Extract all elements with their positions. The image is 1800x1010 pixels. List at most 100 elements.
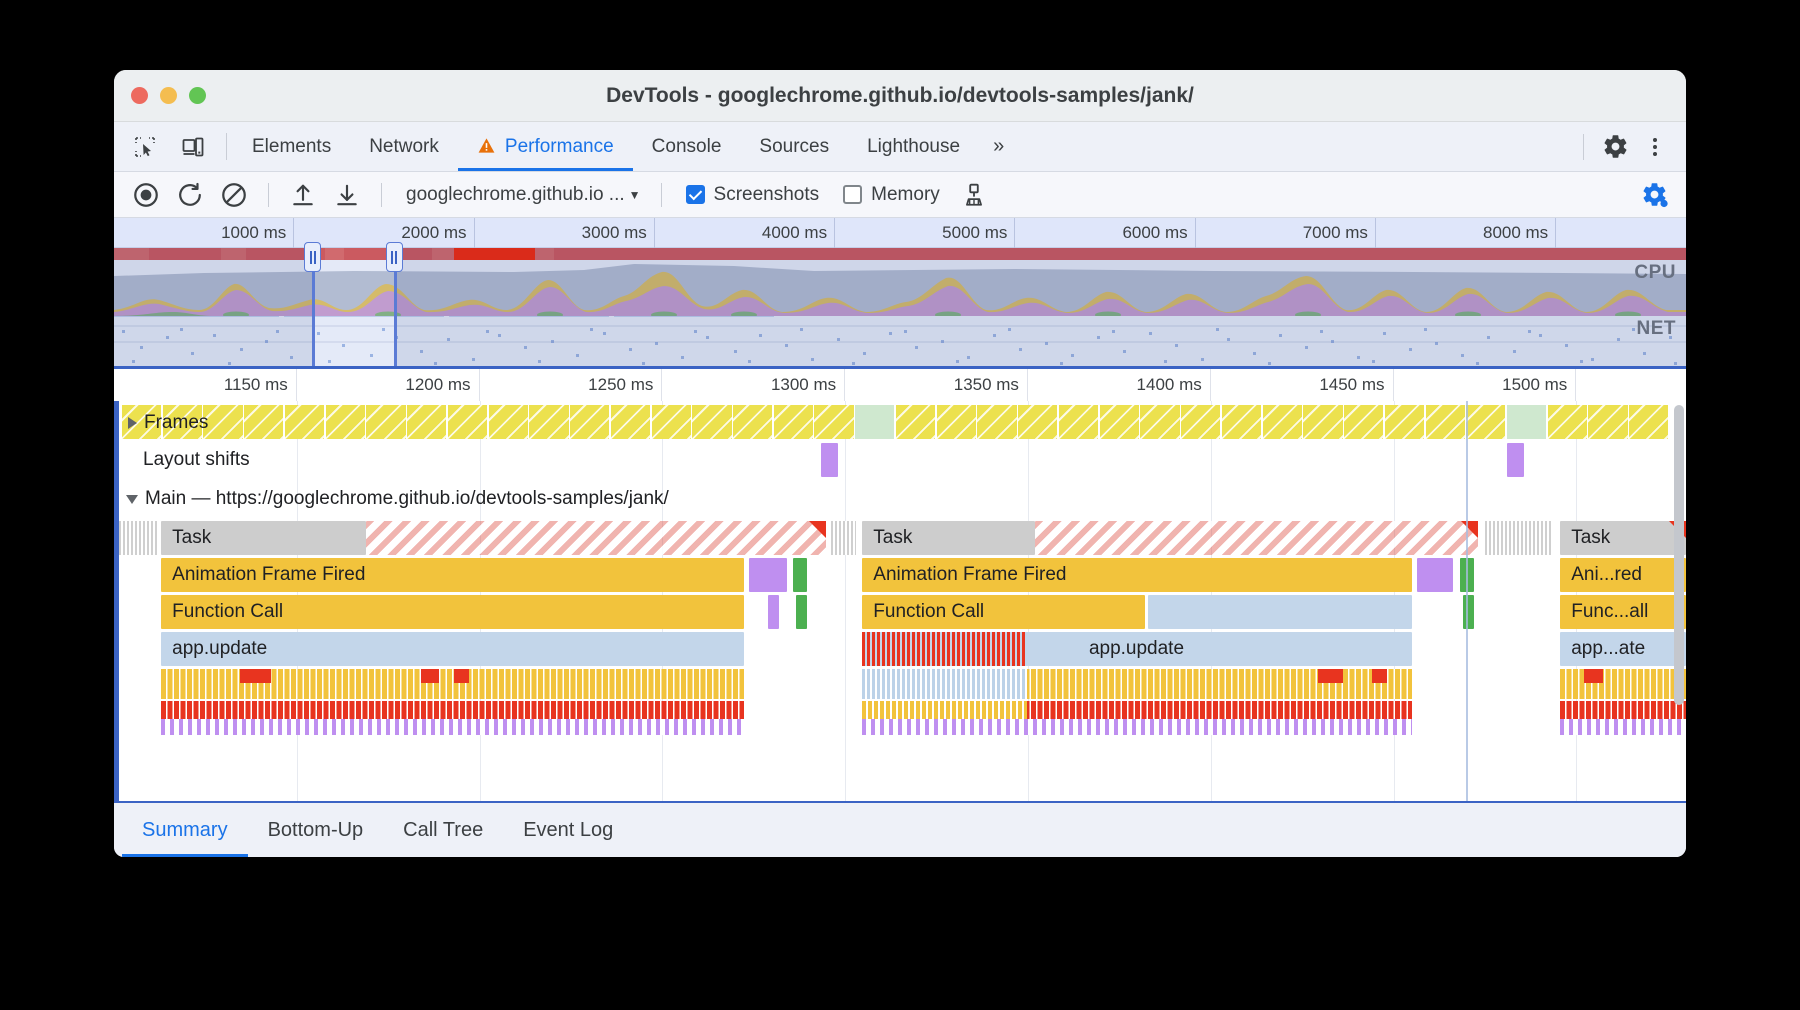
frame-cell-janky[interactable] (447, 405, 488, 439)
frame-cell-good[interactable] (1506, 405, 1547, 439)
more-tabs-icon[interactable]: » (979, 122, 1018, 171)
timeline-overview[interactable]: 1000 ms 2000 ms 3000 ms 4000 ms 5000 ms 6000 … (114, 218, 1686, 366)
target-page-select[interactable]: googlechrome.github.io ... ▼ (396, 184, 647, 206)
frame-cell-janky[interactable] (529, 405, 569, 439)
clear-recording-button[interactable] (214, 177, 254, 213)
kebab-menu-icon[interactable] (1638, 130, 1672, 164)
frame-cell-janky[interactable] (1588, 405, 1628, 439)
long-task-warning-corner (1461, 521, 1479, 538)
frame-cell-janky[interactable] (203, 405, 243, 439)
task-bar[interactable]: Task (862, 521, 1036, 555)
main-track-label[interactable]: Main — https://googlechrome.github.io/de… (126, 488, 669, 510)
function-call-bar[interactable]: Function Call (161, 595, 745, 629)
tab-elements[interactable]: Elements (233, 122, 350, 171)
frame-cell-janky[interactable] (488, 405, 528, 439)
tab-bottom-up[interactable]: Bottom-Up (248, 803, 384, 857)
close-button[interactable] (131, 87, 148, 104)
tab-event-log[interactable]: Event Log (503, 803, 633, 857)
frame-cell-janky[interactable] (1140, 405, 1180, 439)
frame-cell-janky[interactable] (1344, 405, 1384, 439)
frame-cell-janky[interactable] (610, 405, 651, 439)
tab-label: Elements (252, 135, 332, 157)
load-profile-icon[interactable] (283, 177, 323, 213)
overview-tick-label: 6000 ms (1015, 218, 1196, 248)
tab-label: Bottom-Up (267, 818, 364, 841)
frame-cell-janky[interactable] (570, 405, 610, 439)
frame-cell-janky[interactable] (366, 405, 406, 439)
app-update-bar[interactable]: app...ate (1560, 632, 1686, 666)
app-update-bar[interactable]: app.update (161, 632, 745, 666)
screenshots-checkbox[interactable]: Screenshots (676, 184, 830, 206)
frame-cell-good[interactable] (855, 405, 895, 439)
frame-cell-janky[interactable] (407, 405, 447, 439)
collect-garbage-icon[interactable] (954, 177, 994, 213)
frame-cell-janky[interactable] (1629, 405, 1669, 439)
frame-cell-janky[interactable] (1466, 405, 1506, 439)
frame-cell-janky[interactable] (977, 405, 1017, 439)
tab-network[interactable]: Network (350, 122, 458, 171)
tab-sources[interactable]: Sources (740, 122, 848, 171)
details-tab-bar: Summary Bottom-Up Call Tree Event Log (114, 801, 1686, 857)
window-handle-left[interactable] (304, 242, 322, 272)
frame-cell-janky[interactable] (936, 405, 976, 439)
long-task-hatched-bar[interactable] (1035, 521, 1479, 555)
task-bar[interactable]: Task (1560, 521, 1686, 555)
layout-shift-marker[interactable] (821, 443, 839, 477)
frame-cell-janky[interactable] (1425, 405, 1465, 439)
window-handle-right[interactable] (385, 242, 403, 272)
gear-icon[interactable] (1598, 130, 1632, 164)
reload-and-record-button[interactable] (170, 177, 210, 213)
frame-cell-janky[interactable] (325, 405, 365, 439)
frame-cell-janky[interactable] (814, 405, 854, 439)
inspect-element-icon[interactable] (128, 130, 162, 164)
long-task-hatched-bar[interactable] (365, 521, 827, 555)
frame-cell-janky[interactable] (1018, 405, 1058, 439)
animation-frame-fired-bar[interactable]: Animation Frame Fired (161, 558, 745, 592)
layout-shift-marker[interactable] (1506, 443, 1524, 477)
minimize-button[interactable] (160, 87, 177, 104)
function-call-bar[interactable]: Function Call (862, 595, 1146, 629)
tab-call-tree[interactable]: Call Tree (383, 803, 503, 857)
flame-chart-scrollbar[interactable] (1674, 405, 1684, 797)
frame-cell-janky[interactable] (692, 405, 732, 439)
frame-cell-janky[interactable] (1303, 405, 1343, 439)
tab-performance[interactable]: Performance (457, 122, 633, 171)
capture-settings-gear-icon[interactable] (1634, 177, 1674, 213)
layout-shifts-track-label[interactable]: Layout shifts (143, 449, 250, 471)
frames-track[interactable] (122, 405, 1670, 439)
animation-frame-fired-bar[interactable]: Animation Frame Fired (862, 558, 1413, 592)
frames-track-label[interactable]: Frames (128, 412, 208, 434)
frame-cell-janky[interactable] (1099, 405, 1139, 439)
layout-bar[interactable] (749, 558, 787, 592)
frame-cell-janky[interactable] (1384, 405, 1424, 439)
task-bar[interactable]: Task (161, 521, 366, 555)
tab-console[interactable]: Console (633, 122, 741, 171)
overview-tick-label: 1000 ms (114, 218, 295, 248)
frame-cell-janky[interactable] (651, 405, 691, 439)
screenshots-label: Screenshots (713, 183, 820, 205)
record-button[interactable] (126, 177, 166, 213)
layout-bar[interactable] (1417, 558, 1454, 592)
device-toolbar-icon[interactable] (176, 130, 210, 164)
tab-lighthouse[interactable]: Lighthouse (848, 122, 979, 171)
long-task-warning-corner (809, 521, 827, 538)
memory-checkbox[interactable]: Memory (833, 184, 950, 206)
function-call-bar-cont[interactable] (1148, 595, 1413, 629)
zoom-button[interactable] (189, 87, 206, 104)
tab-summary[interactable]: Summary (122, 803, 248, 857)
frame-cell-janky[interactable] (1221, 405, 1262, 439)
paint-bar[interactable] (793, 558, 808, 592)
animation-frame-fired-bar[interactable]: Ani...red (1560, 558, 1686, 592)
frame-cell-janky[interactable] (1058, 405, 1099, 439)
frame-cell-janky[interactable] (1547, 405, 1587, 439)
frame-cell-janky[interactable] (284, 405, 325, 439)
frame-cell-janky[interactable] (244, 405, 284, 439)
frame-cell-janky[interactable] (1262, 405, 1302, 439)
save-profile-icon[interactable] (327, 177, 367, 213)
frame-cell-janky[interactable] (895, 405, 936, 439)
frame-cell-janky[interactable] (1181, 405, 1221, 439)
flame-chart-pane[interactable]: 1150 ms 1200 ms 1250 ms 1300 ms 1350 ms 1400 … (114, 366, 1686, 801)
function-call-bar[interactable]: Func...all (1560, 595, 1686, 629)
frame-cell-janky[interactable] (733, 405, 773, 439)
frame-cell-janky[interactable] (773, 405, 813, 439)
